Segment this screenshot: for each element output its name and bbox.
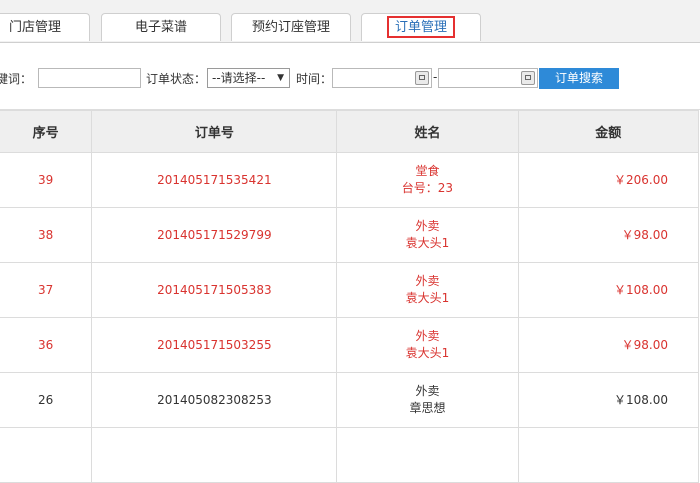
table-row[interactable]: 37 201405171505383 外卖袁大头1 ￥108.00 bbox=[0, 262, 700, 318]
order-type: 外卖 bbox=[415, 329, 440, 343]
table-row[interactable]: 38 201405171529799 外卖袁大头1 ￥98.00 bbox=[0, 207, 700, 263]
order-table: 序号 订单号 姓名 金额 39 201405171535421 堂食台号：23 … bbox=[0, 110, 700, 483]
time-label: 时间： bbox=[296, 72, 333, 86]
tab-bar: 门店管理 电子菜谱 预约订座管理 订单管理 bbox=[0, 0, 700, 43]
customer-name: 台号：23 bbox=[401, 181, 454, 195]
cell-no: 26 bbox=[0, 372, 93, 428]
cell-name: 外卖袁大头1 bbox=[336, 317, 519, 373]
customer-name: 袁大头1 bbox=[405, 236, 450, 250]
cell-order-no bbox=[91, 427, 338, 483]
cell-order-no: 201405082308253 bbox=[91, 372, 338, 428]
cell-name: 外卖袁大头1 bbox=[336, 262, 519, 318]
order-status-selected: --请选择-- bbox=[212, 71, 266, 85]
order-search-button[interactable]: 订单搜索 bbox=[539, 68, 619, 89]
tab-label: 订单管理 bbox=[386, 16, 455, 38]
tab-reservation-management[interactable]: 预约订座管理 bbox=[231, 13, 351, 41]
cell-amount: ￥98.00 bbox=[517, 317, 700, 373]
calendar-icon[interactable] bbox=[521, 71, 535, 85]
cell-order-no: 201405171535421 bbox=[91, 152, 338, 208]
order-status-select[interactable]: --请选择-- ▼ bbox=[207, 68, 290, 88]
cell-name bbox=[336, 427, 519, 483]
order-status-label: 订单状态： bbox=[146, 72, 207, 86]
tab-label: 门店管理 bbox=[8, 20, 61, 35]
table-row[interactable] bbox=[0, 427, 700, 483]
tab-order-management[interactable]: 订单管理 bbox=[361, 13, 481, 41]
cell-name: 堂食台号：23 bbox=[336, 152, 519, 208]
table-row[interactable]: 36 201405171503255 外卖袁大头1 ￥98.00 bbox=[0, 317, 700, 373]
table-row[interactable]: 39 201405171535421 堂食台号：23 ￥206.00 bbox=[0, 152, 700, 208]
customer-name: 章思想 bbox=[409, 401, 446, 415]
cell-no bbox=[0, 427, 93, 483]
cell-amount: ￥108.00 bbox=[517, 262, 700, 318]
tab-label: 预约订座管理 bbox=[251, 20, 330, 35]
cell-no: 39 bbox=[0, 152, 93, 208]
cell-no: 36 bbox=[0, 317, 93, 373]
column-header-order-no: 订单号 bbox=[91, 110, 338, 153]
cell-no: 38 bbox=[0, 207, 93, 263]
cell-name: 外卖 章思想 bbox=[336, 372, 519, 428]
cell-order-no: 201405171505383 bbox=[91, 262, 338, 318]
dropdown-arrow-icon: ▼ bbox=[277, 73, 284, 83]
order-type: 外卖 bbox=[415, 219, 440, 233]
tab-store-management[interactable]: 门店管理 bbox=[0, 13, 90, 41]
column-header-no: 序号 bbox=[0, 110, 93, 153]
column-header-name: 姓名 bbox=[336, 110, 519, 153]
customer-name: 袁大头1 bbox=[405, 291, 450, 305]
column-header-amount: 金额 bbox=[517, 110, 700, 153]
cell-order-no: 201405171529799 bbox=[91, 207, 338, 263]
cell-amount: ￥98.00 bbox=[517, 207, 700, 263]
cell-name: 外卖袁大头1 bbox=[336, 207, 519, 263]
filter-bar: 关键词： 订单状态： --请选择-- ▼ 时间： - 订单搜索 bbox=[0, 43, 700, 110]
order-type: 外卖 bbox=[415, 274, 440, 288]
cell-amount: ￥108.00 bbox=[517, 372, 700, 428]
keyword-input[interactable] bbox=[38, 68, 141, 88]
tab-label: 电子菜谱 bbox=[134, 20, 187, 35]
order-type: 堂食 bbox=[415, 164, 440, 178]
tab-electronic-menu[interactable]: 电子菜谱 bbox=[101, 13, 221, 41]
keyword-label: 关键词： bbox=[0, 72, 33, 86]
table-header-row: 序号 订单号 姓名 金额 bbox=[0, 110, 700, 153]
customer-name: 袁大头1 bbox=[405, 346, 450, 360]
cell-amount: ￥206.00 bbox=[517, 152, 700, 208]
date-from-input[interactable] bbox=[332, 68, 432, 88]
date-to-input[interactable] bbox=[438, 68, 538, 88]
date-separator: - bbox=[433, 70, 438, 84]
cell-no: 37 bbox=[0, 262, 93, 318]
cell-amount bbox=[517, 427, 700, 483]
order-type: 外卖 bbox=[415, 384, 440, 398]
calendar-icon[interactable] bbox=[415, 71, 429, 85]
cell-order-no: 201405171503255 bbox=[91, 317, 338, 373]
table-row[interactable]: 26 201405082308253 外卖章思想 ￥108.00 bbox=[0, 372, 700, 428]
